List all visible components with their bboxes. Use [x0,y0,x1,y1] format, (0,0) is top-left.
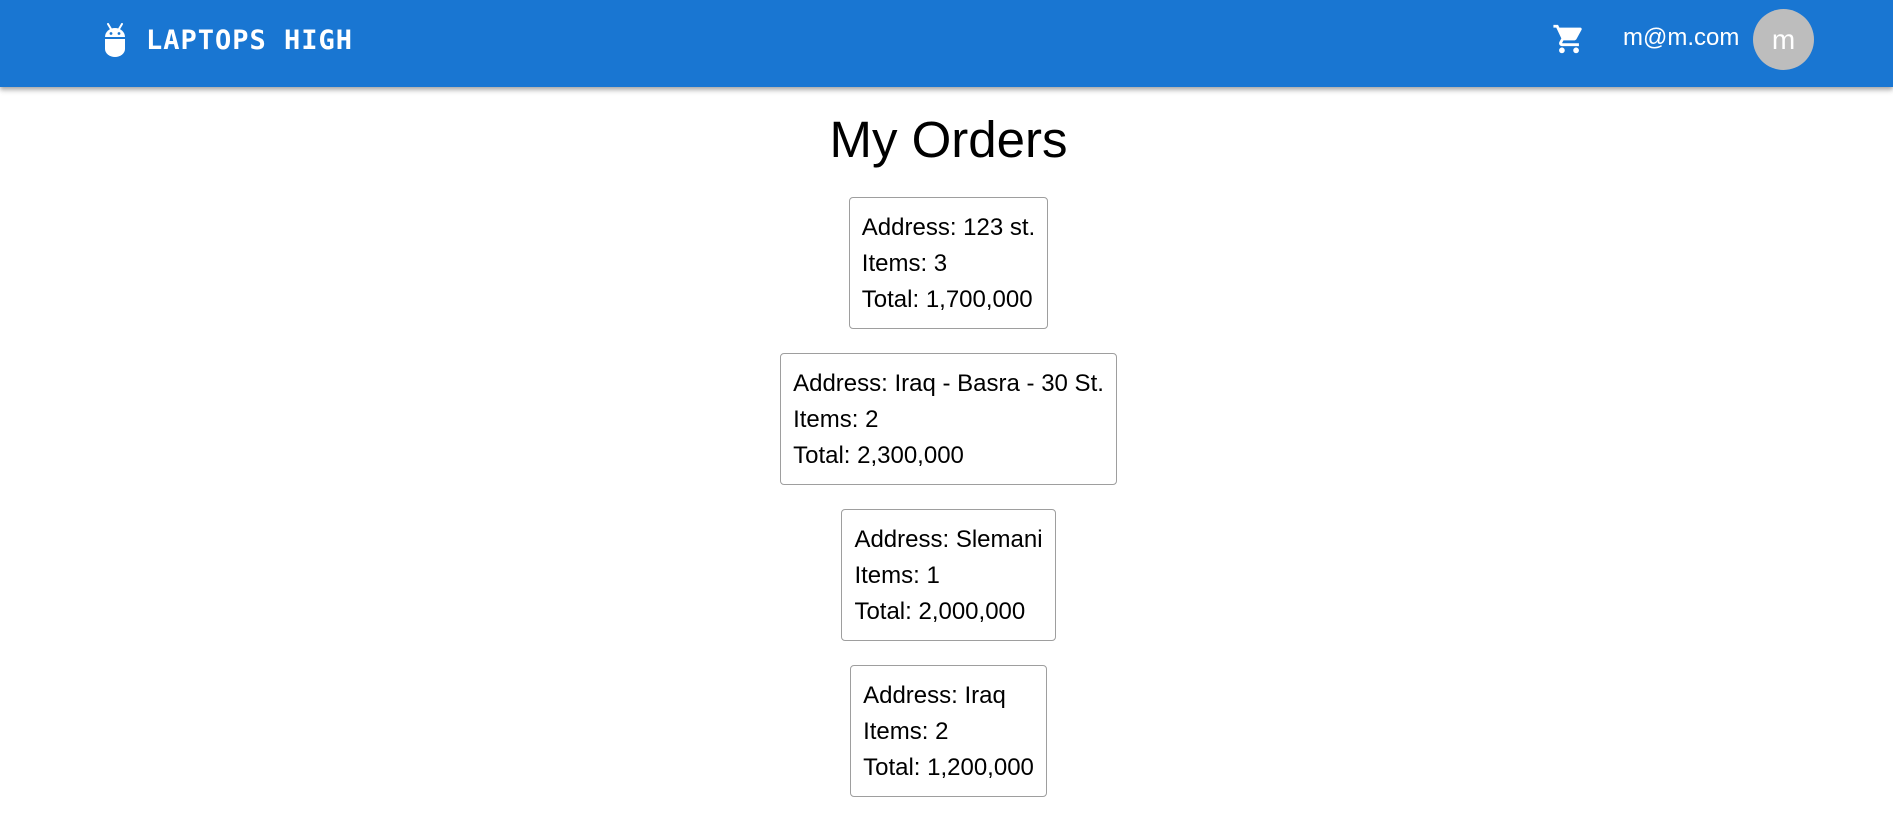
brand-link[interactable]: LAPTOPS HIGH [100,20,353,60]
brand-title: LAPTOPS HIGH [146,24,354,56]
order-items: Items: 2 [793,406,879,433]
order-total: Total: 1,200,000 [863,754,1034,781]
user-email: m@m.com [1623,24,1740,51]
app-bar: LAPTOPS HIGH m@m.com m [0,0,1893,87]
order-address: Address: Iraq [863,682,1006,709]
order-items: Items: 1 [854,562,940,589]
order-items: Items: 3 [861,250,948,277]
page-title: My Orders [829,111,1068,168]
avatar-letter: m [1771,23,1796,55]
order-address: Address: 123 st. [861,214,1036,241]
order-address: Address: Slemani [854,526,1043,553]
cart-button[interactable] [1544,16,1594,66]
order-card: Address: Iraq Items: 2 Total: 1,200,000 [850,665,1047,797]
android-icon [100,20,130,60]
avatar[interactable]: m [1753,9,1814,70]
shopping-cart-icon [1552,22,1586,61]
order-total: Total: 2,000,000 [854,598,1026,625]
order-total: Total: 1,700,000 [861,286,1033,313]
order-total: Total: 2,300,000 [793,442,964,469]
order-card: Address: Slemani Items: 1 Total: 2,000,0… [841,509,1056,641]
order-address: Address: Iraq - Basra - 30 St. [793,370,1104,397]
order-card: Address: Iraq - Basra - 30 St. Items: 2 … [780,353,1117,485]
order-items: Items: 2 [863,718,949,745]
order-card: Address: 123 st. Items: 3 Total: 1,700,0… [848,197,1049,329]
orders-list: Address: 123 st. Items: 3 Total: 1,700,0… [0,197,1893,821]
